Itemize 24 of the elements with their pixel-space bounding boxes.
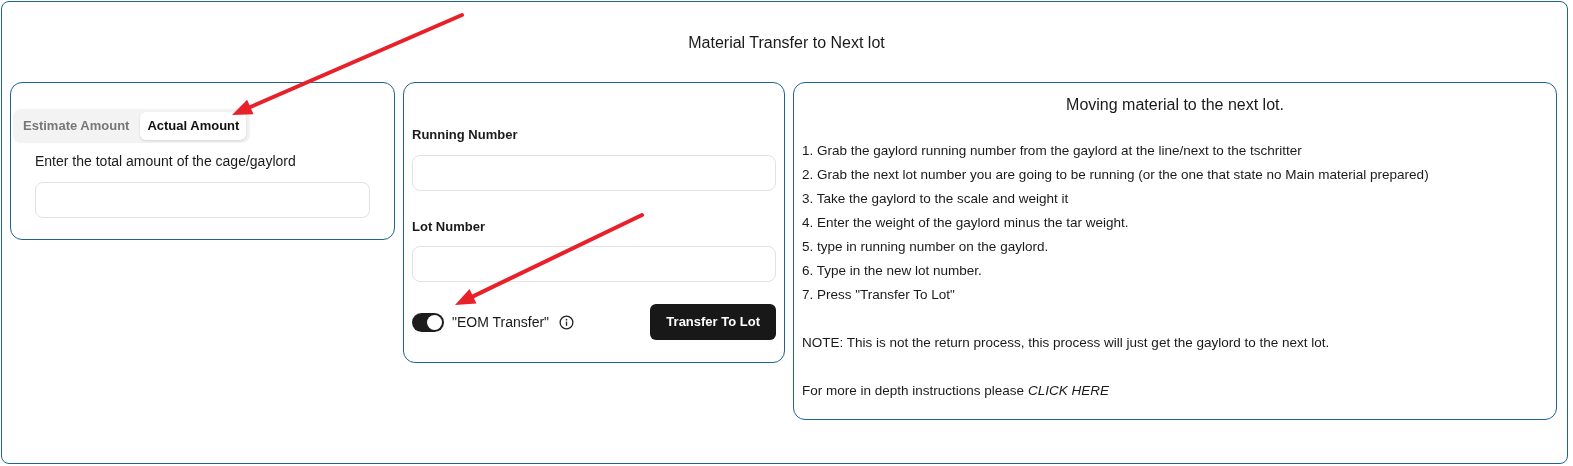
more-instructions-text: For more in depth instructions please	[802, 383, 1025, 398]
instruction-step: 5. type in running number on the gaylord.	[802, 235, 1548, 259]
eom-toggle[interactable]	[412, 312, 444, 332]
transfer-button[interactable]: Transfer To Lot	[650, 304, 776, 340]
amount-input-field[interactable]	[35, 181, 370, 218]
page-title: Material Transfer to Next lot	[688, 33, 885, 53]
instruction-step: 1. Grab the gaylord running number from the gaylord at the line/next to the tschritter	[802, 139, 1548, 163]
amount-prompt: Enter the total amount of the cage/gaylord	[35, 151, 297, 171]
lot-number-field[interactable]	[412, 246, 776, 282]
amount-tab[interactable]: Estimate Amount	[16, 112, 137, 140]
field-label: Lot Number	[412, 217, 486, 236]
eom-toggle-label: "EOM Transfer"	[452, 312, 550, 332]
instructions-heading: Moving material to the next lot.	[1065, 95, 1285, 115]
field-label: Running Number	[412, 126, 519, 144]
info-icon[interactable]	[559, 314, 575, 330]
instruction-step: 7. Press "Transfer To Lot"	[802, 283, 1548, 307]
amount-tab[interactable]: Actual Amount	[140, 112, 247, 140]
instruction-step: 2. Grab the next lot number you are going to be running (or the one that state no Main material prepared)	[802, 163, 1548, 187]
click-here-link[interactable]: CLICK HERE	[1027, 383, 1109, 398]
instruction-step: 3. Take the gaylord to the scale and weight it	[802, 187, 1548, 211]
instruction-step: 6. Type in the new lot number.	[802, 259, 1548, 283]
running-number-field[interactable]	[412, 154, 776, 191]
instruction-step: 4. Enter the weight of the gaylord minus the tar weight.	[802, 211, 1548, 235]
note-text: NOTE: This is not the return process, this process will just get the gaylord to the next lot.	[802, 334, 1331, 352]
